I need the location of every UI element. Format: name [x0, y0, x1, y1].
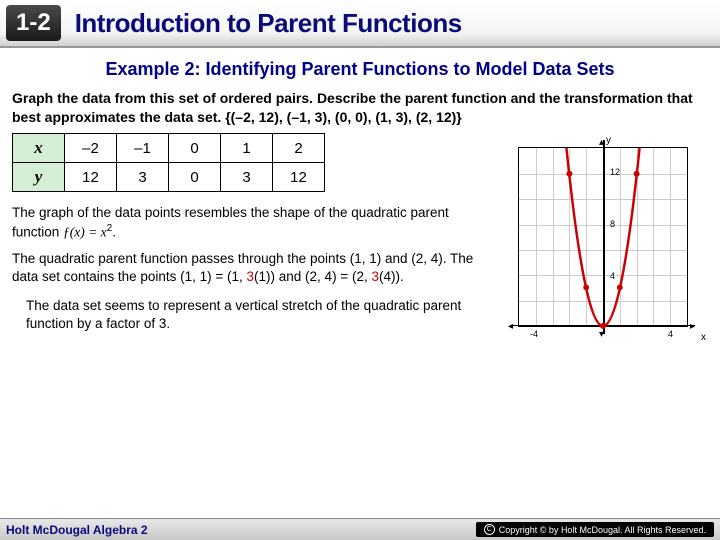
left-column: x –2 –1 0 1 2 y 12 3 0 3 12 The graph of… [12, 133, 478, 347]
highlight-factor: 3 [371, 269, 379, 284]
parabola-curve [519, 148, 687, 326]
explanation-p3: The data set seems to represent a vertic… [26, 297, 478, 333]
instruction-text: Graph the data from this set of ordered … [0, 89, 720, 133]
cell: 12 [273, 163, 325, 192]
grid-area [518, 147, 688, 327]
cell: 3 [221, 163, 273, 192]
cell: 2 [273, 134, 325, 163]
text: (4)). [379, 269, 404, 284]
tick-label: 12 [610, 167, 620, 177]
footer-book-title: Holt McDougal Algebra 2 [6, 523, 148, 537]
cell: 0 [169, 134, 221, 163]
header-bar: 1-2 Introduction to Parent Functions [0, 0, 720, 48]
section-badge: 1-2 [6, 5, 61, 41]
text: (1)) and (2, 4) = (2, [254, 269, 371, 284]
highlight-factor: 3 [247, 269, 255, 284]
cell: 12 [65, 163, 117, 192]
footer-bar: Holt McDougal Algebra 2 C Copyright © by… [0, 518, 720, 540]
function-notation: ƒ(x) = x [63, 225, 107, 240]
copyright-badge: C Copyright © by Holt McDougal. All Righ… [476, 522, 714, 537]
arrow-icon: ▸ [690, 321, 695, 332]
explanation-p1: The graph of the data points resembles t… [12, 204, 478, 242]
table-row: x –2 –1 0 1 2 [13, 134, 325, 163]
tick-label: -4 [530, 329, 538, 339]
cell: 1 [221, 134, 273, 163]
content-area: x –2 –1 0 1 2 y 12 3 0 3 12 The graph of… [0, 133, 720, 347]
x-axis-label: x [701, 332, 706, 343]
table-row: y 12 3 0 3 12 [13, 163, 325, 192]
x-header: x [13, 134, 65, 163]
tick-label: 4 [610, 271, 615, 281]
text: . [112, 225, 116, 240]
cell: –1 [117, 134, 169, 163]
y-axis-label: y [606, 135, 611, 146]
tick-label: 4 [668, 329, 673, 339]
cell: 3 [117, 163, 169, 192]
ordered-pairs-set: {(–2, 12), (–1, 3), (0, 0), (1, 3), (2, … [225, 109, 462, 125]
y-header: y [13, 163, 65, 192]
copyright-icon: C [484, 524, 495, 535]
copyright-text: Copyright © by Holt McDougal. All Rights… [499, 525, 706, 535]
arrow-icon: ◂ [508, 321, 513, 332]
explanation-p2: The quadratic parent function passes thr… [12, 250, 478, 286]
cell: 0 [169, 163, 221, 192]
arrow-icon: ▴ [599, 137, 604, 148]
cell: –2 [65, 134, 117, 163]
arrow-icon: ▾ [599, 329, 604, 340]
text: The quadratic parent function passes thr… [12, 251, 473, 284]
example-title: Example 2: Identifying Parent Functions … [20, 58, 700, 81]
tick-label: 8 [610, 219, 615, 229]
data-table: x –2 –1 0 1 2 y 12 3 0 3 12 [12, 133, 325, 192]
graph-plot: y x 12 8 4 -4 4 ◂ ▸ ▴ ▾ [488, 137, 708, 347]
page-title: Introduction to Parent Functions [75, 8, 462, 39]
